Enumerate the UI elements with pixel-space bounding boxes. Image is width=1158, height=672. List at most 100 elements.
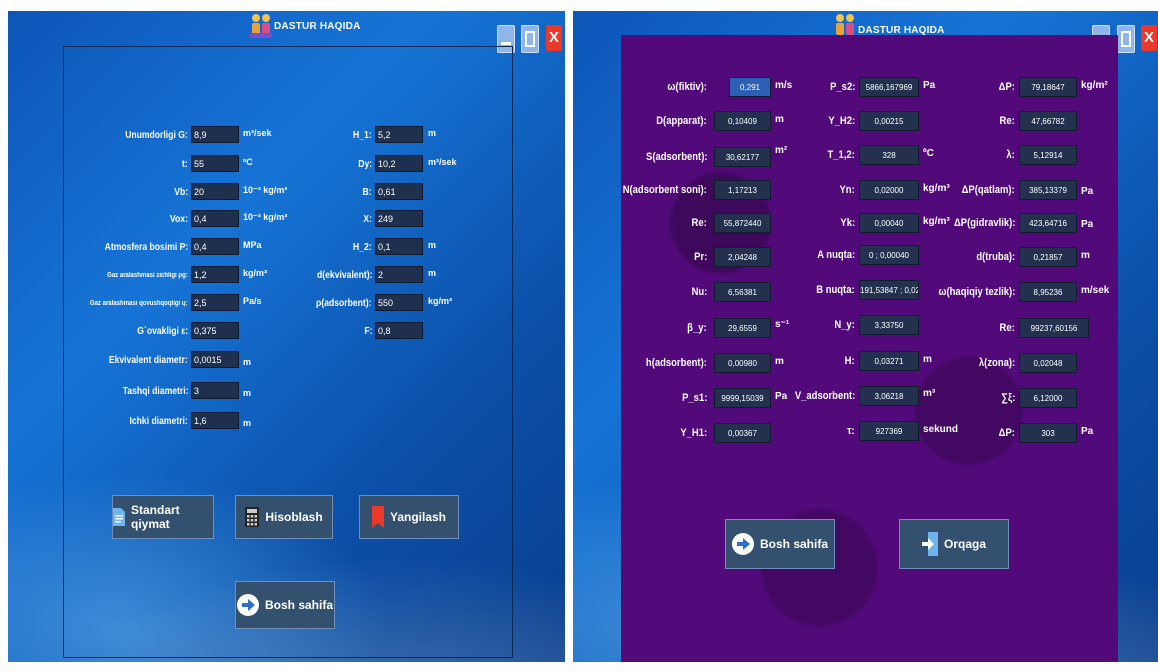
f-input[interactable]: 0,8: [375, 322, 423, 339]
arrow-right-circle-icon: [731, 533, 754, 555]
maximize-button[interactable]: [521, 25, 539, 53]
t-input[interactable]: 55: [191, 155, 239, 172]
result-label: N_y:: [834, 319, 855, 331]
field-label: H_2:: [353, 242, 372, 253]
result-label: β_y:: [687, 322, 707, 334]
omega-haqiqiy-output[interactable]: 8,95236: [1019, 282, 1077, 302]
d-truba-output[interactable]: 0,21857: [1019, 247, 1077, 267]
orqaga-button[interactable]: Orqaga: [899, 519, 1009, 569]
re-3-output[interactable]: 99237,60156: [1019, 318, 1089, 338]
re-2-output[interactable]: 47,66782: [1019, 111, 1077, 131]
field-label: Vb:: [174, 187, 188, 198]
bookmark-icon: [371, 506, 384, 528]
button-label: Standart qiymat: [131, 503, 180, 531]
omega-fiktiv-output[interactable]: 0,291: [729, 77, 771, 97]
result-unit: m: [1081, 250, 1090, 261]
standart-qiymat-button[interactable]: Standart qiymat: [112, 495, 214, 539]
result-unit: sekund: [923, 424, 959, 435]
yn-output[interactable]: 0,02000: [859, 180, 919, 200]
s-adsorbent-output[interactable]: 30,62177: [714, 147, 771, 167]
result-unit: m/sek: [1081, 285, 1110, 296]
lambda-output[interactable]: 5,12914: [1019, 145, 1077, 165]
tashqi-diametri-input[interactable]: 3: [191, 382, 239, 399]
maximize-button[interactable]: [1117, 25, 1135, 53]
n-adsorbent-soni-output[interactable]: 1,17213: [714, 180, 771, 200]
n-y-output[interactable]: 3,33750: [859, 315, 919, 335]
vb-input[interactable]: 20: [191, 183, 239, 200]
result-label: N(adsorbent soni):: [622, 184, 707, 196]
window-title: DASTUR HAQIDA: [274, 21, 361, 32]
field-label: Atmosfera bosimi P:: [104, 242, 188, 253]
delta-p-final-output[interactable]: 303: [1019, 423, 1077, 443]
result-label: Y_H2:: [828, 115, 855, 127]
rho-adsorbent-input[interactable]: 550: [375, 294, 423, 311]
yk-output[interactable]: 0,00040: [859, 213, 919, 233]
result-unit: Pa: [1081, 219, 1094, 230]
yangilash-button[interactable]: Yangilash: [359, 495, 459, 539]
calculator-icon: [245, 507, 260, 527]
y-h1-output[interactable]: 0,00367: [714, 423, 771, 443]
field-unit: m: [243, 357, 252, 367]
h1-input[interactable]: 5,2: [375, 126, 423, 143]
field-unit: m³/sek: [243, 128, 272, 138]
beta-y-output[interactable]: 29,6559: [714, 318, 771, 338]
field-unit: 10⁻³ kg/m³: [243, 212, 288, 222]
result-unit: m³: [923, 388, 936, 399]
result-unit: kg/m²: [1081, 80, 1108, 91]
gaz-qovushqoqligi-input[interactable]: 2,5: [191, 294, 239, 311]
close-button[interactable]: X: [546, 25, 562, 51]
sum-xi-output[interactable]: 6,12000: [1019, 388, 1077, 408]
arrow-right-circle-icon: [236, 594, 259, 616]
vox-input[interactable]: 0,4: [191, 210, 239, 227]
re-output[interactable]: 55,872440: [714, 213, 771, 233]
p-s2-output[interactable]: 5866,167969: [859, 77, 919, 97]
govakligi-input[interactable]: 0,375: [191, 322, 239, 339]
b-input[interactable]: 0,61: [375, 183, 423, 200]
a-nuqta-output[interactable]: 0 ; 0,00040: [859, 245, 919, 265]
bosh-sahifa-button[interactable]: Bosh sahifa: [235, 581, 335, 629]
tau-output[interactable]: 927369: [859, 421, 919, 441]
h2-input[interactable]: 0,1: [375, 238, 423, 255]
v-adsorbent-output[interactable]: 3,06218: [859, 386, 919, 406]
field-label: d(ekvivalent):: [316, 270, 372, 281]
unumdorligi-input[interactable]: 8,9: [191, 126, 239, 143]
field-unit: kg/m³: [428, 296, 453, 306]
t-1-2-output[interactable]: 328: [859, 145, 919, 165]
delta-p-gidravlik-output[interactable]: 423,64716: [1019, 213, 1077, 233]
result-unit: Pa: [1081, 426, 1094, 437]
pr-output[interactable]: 2,04248: [714, 247, 771, 267]
field-label: G`ovakligi ε:: [137, 326, 188, 337]
d-ekvivalent-input[interactable]: 2: [375, 266, 423, 283]
lambda-zona-output[interactable]: 0,02048: [1019, 353, 1077, 373]
gaz-zichligi-input[interactable]: 1,2: [191, 266, 239, 283]
h-adsorbent-output[interactable]: 0,00980: [714, 353, 771, 373]
result-label: P_s1:: [681, 392, 707, 404]
field-label: Tashqi diametri:: [122, 386, 188, 397]
x-input[interactable]: 249: [375, 210, 423, 227]
delta-p-qatlam-output[interactable]: 385,13379: [1019, 180, 1077, 200]
h-output[interactable]: 0,03271: [859, 351, 919, 371]
field-label: Gaz aralashmasi zichligi ρg:: [107, 272, 188, 279]
ekvivalent-diametr-input[interactable]: 0,0015: [191, 351, 239, 368]
b-nuqta-output[interactable]: 191,53847 ; 0,02000: [859, 280, 919, 300]
field-label: Ekvivalent diametr:: [109, 355, 188, 366]
result-unit: kg/m³: [923, 216, 950, 227]
field-unit: m: [243, 388, 252, 398]
nu-output[interactable]: 6,56381: [714, 282, 771, 302]
y-h2-output[interactable]: 0,00215: [859, 111, 919, 131]
document-icon: [113, 508, 125, 526]
result-unit: ºC: [923, 148, 934, 159]
button-label: Hisoblash: [265, 510, 323, 524]
d-apparat-output[interactable]: 0,10409: [714, 111, 771, 131]
atmosfera-bosimi-input[interactable]: 0,4: [191, 238, 239, 255]
input-window: DASTUR HAQIDA X Unumdorligi G: 8,9 m³/se…: [8, 11, 565, 662]
field-label: t:: [182, 159, 188, 170]
close-button[interactable]: X: [1141, 25, 1157, 51]
ichki-diametri-input[interactable]: 1,6: [191, 412, 239, 429]
dy-input[interactable]: 10,2: [375, 155, 423, 172]
delta-p-output[interactable]: 79,18647: [1019, 77, 1077, 97]
hisoblash-button[interactable]: Hisoblash: [235, 495, 333, 539]
result-label: Re:: [999, 115, 1015, 127]
p-s1-output[interactable]: 9999,15039: [714, 388, 771, 408]
bosh-sahifa-button[interactable]: Bosh sahifa: [725, 519, 835, 569]
